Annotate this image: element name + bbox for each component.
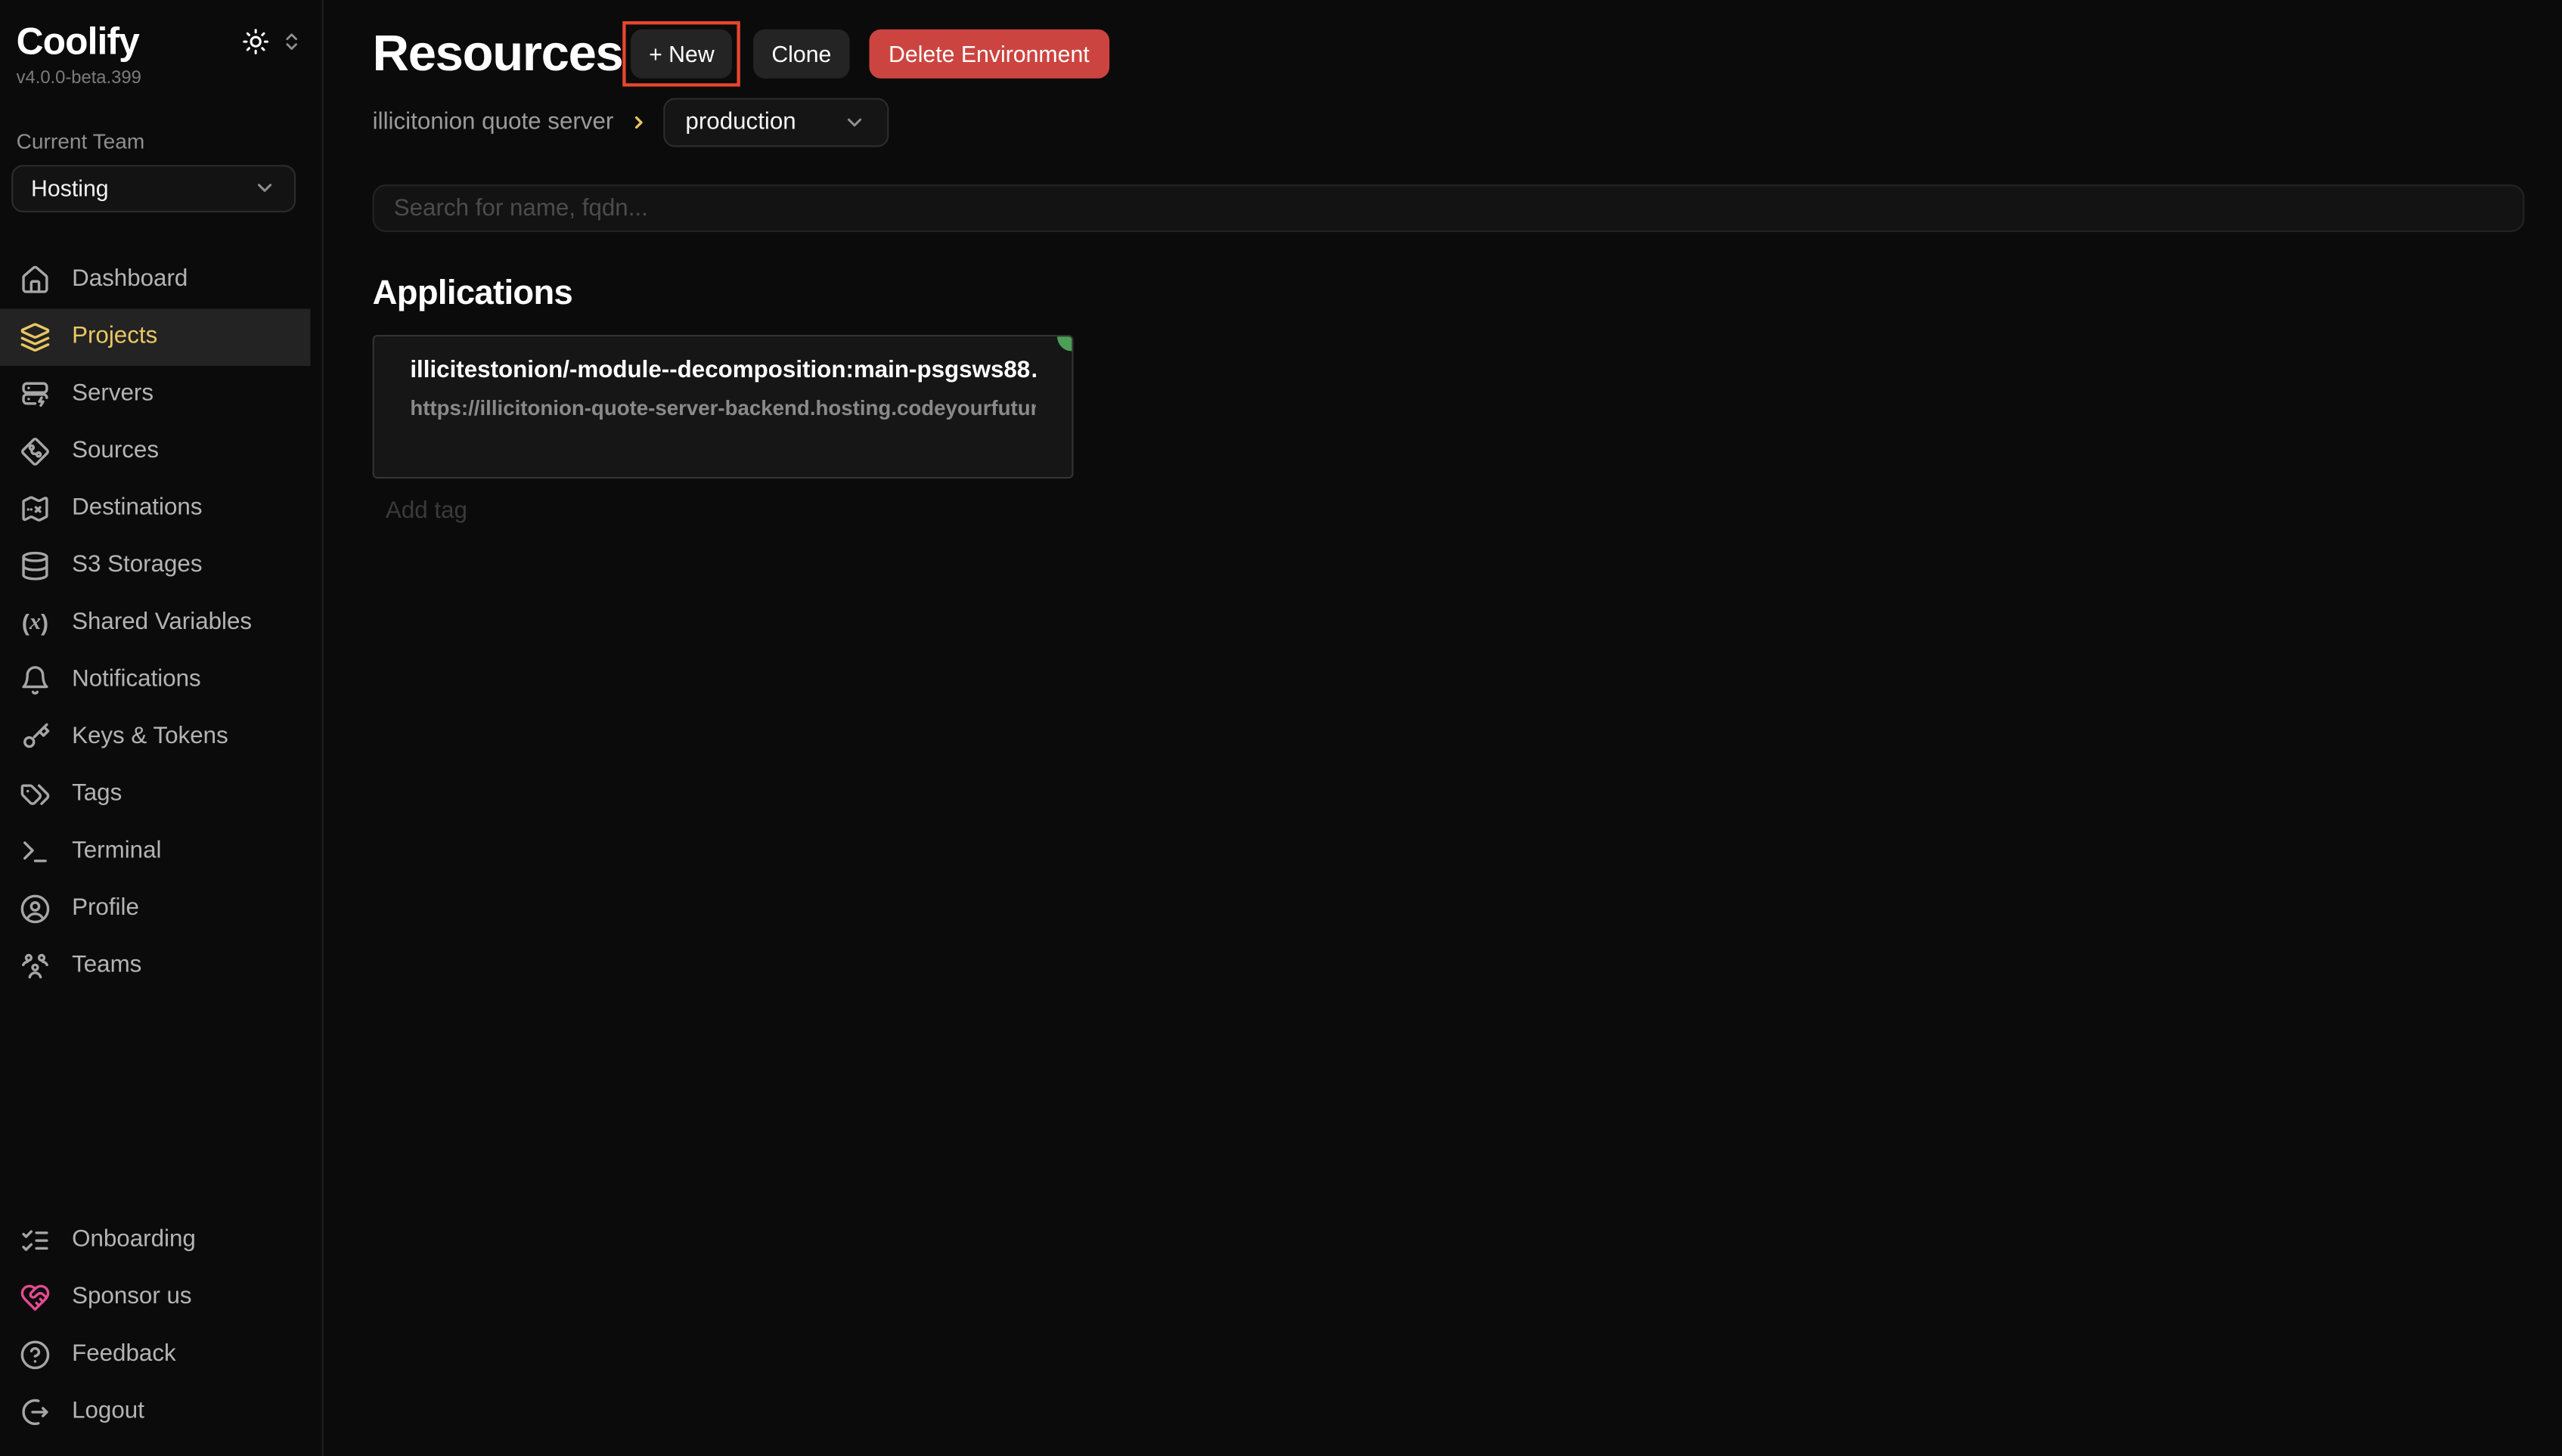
environment-select-value: production (685, 110, 796, 136)
sidebar-item-label: Sources (72, 438, 159, 464)
sidebar-item-sponsor-us[interactable]: Sponsor us (0, 1269, 322, 1326)
add-tag-button[interactable]: Add tag (386, 498, 2524, 525)
brand-row: Coolify (17, 20, 302, 65)
sidebar-item-label: Keys & Tokens (72, 723, 228, 750)
sidebar-item-logout[interactable]: Logout (0, 1383, 322, 1440)
applications-grid: illicitestonion/-module--decomposition:m… (373, 335, 2525, 479)
sidebar-item-keys-tokens[interactable]: Keys & Tokens (0, 708, 322, 766)
sidebar-item-teams[interactable]: Teams (0, 937, 322, 994)
users-icon (20, 950, 51, 981)
application-title: illicitestonion/-module--decomposition:m… (410, 358, 1036, 384)
sidebar-item-sources[interactable]: Sources (0, 423, 322, 480)
logout-icon (20, 1396, 51, 1427)
server-icon (20, 378, 51, 409)
checklist-icon (20, 1224, 51, 1255)
clone-button[interactable]: Clone (754, 29, 850, 79)
sidebar-item-label: Teams (72, 953, 141, 979)
sidebar-item-tags[interactable]: Tags (0, 765, 322, 822)
application-url: https://illicitonion-quote-server-backen… (410, 395, 1036, 420)
tags-icon (20, 779, 51, 810)
sidebar-item-label: S3 Storages (72, 553, 202, 579)
sidebar: Coolify v4.0.0-beta.399 Current Team Hos… (0, 0, 324, 1456)
page-header: Resources + New Clone Delete Environment (373, 21, 2525, 86)
breadcrumb: illicitonion quote server production (373, 98, 2525, 147)
theme-controls (242, 28, 302, 56)
sidebar-item-label: Shared Variables (72, 609, 252, 636)
sidebar-item-dashboard[interactable]: Dashboard (0, 251, 322, 308)
terminal-icon (20, 835, 51, 866)
sidebar-item-notifications[interactable]: Notifications (0, 651, 322, 708)
chevrons-up-down-icon[interactable] (281, 31, 302, 52)
sidebar-item-label: Profile (72, 895, 139, 922)
sidebar-item-onboarding[interactable]: Onboarding (0, 1211, 322, 1269)
sidebar-item-label: Notifications (72, 667, 201, 693)
key-icon (20, 721, 51, 752)
sidebar-item-feedback[interactable]: Feedback (0, 1325, 322, 1383)
map-icon (20, 493, 51, 524)
sidebar-item-label: Servers (72, 381, 154, 407)
git-source-icon (20, 435, 51, 466)
sidebar-item-label: Feedback (72, 1341, 176, 1368)
sidebar-spacer (0, 994, 322, 1211)
chevron-down-icon (253, 177, 276, 200)
team-select[interactable]: Hosting (11, 164, 296, 212)
sidebar-item-label: Logout (72, 1399, 144, 1425)
applications-heading: Applications (373, 274, 2525, 314)
help-circle-icon (20, 1339, 51, 1370)
page-title: Resources (373, 24, 623, 83)
sidebar-item-label: Terminal (72, 838, 161, 865)
bell-icon (20, 664, 51, 695)
current-team-label: Current Team (17, 129, 322, 153)
sidebar-item-profile[interactable]: Profile (0, 880, 322, 937)
heart-handshake-icon (20, 1281, 51, 1312)
sidebar-item-label: Tags (72, 781, 122, 807)
breadcrumb-project-link[interactable]: illicitonion quote server (373, 110, 614, 136)
search-input[interactable] (373, 184, 2525, 232)
search-bar (373, 184, 2525, 232)
status-indicator (1057, 336, 1072, 351)
sidebar-item-label: Projects (72, 324, 157, 350)
sidebar-item-label: Sponsor us (72, 1284, 192, 1310)
variables-icon: (x) (20, 607, 51, 638)
team-select-value: Hosting (31, 175, 109, 201)
sun-icon[interactable] (242, 28, 270, 56)
chevron-down-icon (843, 111, 866, 134)
delete-environment-button[interactable]: Delete Environment (869, 29, 1109, 79)
sidebar-item-servers[interactable]: Servers (0, 365, 322, 423)
user-circle-icon (20, 893, 51, 924)
sidebar-item-label: Onboarding (72, 1227, 196, 1253)
sidebar-bottom-nav: Onboarding Sponsor us Feedback Logout (0, 1211, 322, 1439)
new-button[interactable]: + New (631, 29, 732, 79)
sidebar-item-projects[interactable]: Projects (0, 308, 311, 365)
sidebar-item-label: Dashboard (72, 266, 188, 293)
environment-select[interactable]: production (662, 98, 889, 147)
chevron-right-icon (628, 113, 648, 132)
main-content: Resources + New Clone Delete Environment… (325, 0, 2562, 1456)
sidebar-item-s3-storages[interactable]: S3 Storages (0, 537, 322, 594)
app-window: Coolify v4.0.0-beta.399 Current Team Hos… (0, 0, 2562, 1456)
sidebar-nav: Dashboard Projects Servers Sources (0, 251, 322, 994)
sidebar-item-label: Destinations (72, 495, 202, 522)
sidebar-item-shared-variables[interactable]: (x) Shared Variables (0, 594, 322, 652)
database-icon (20, 550, 51, 581)
layers-icon (20, 321, 51, 352)
app-version: v4.0.0-beta.399 (17, 68, 322, 88)
home-icon (20, 264, 51, 295)
application-card[interactable]: illicitestonion/-module--decomposition:m… (373, 335, 1074, 479)
app-logo: Coolify (17, 20, 139, 65)
sidebar-item-destinations[interactable]: Destinations (0, 479, 322, 537)
sidebar-item-terminal[interactable]: Terminal (0, 822, 322, 880)
annotation-highlight-box: + New (623, 21, 741, 86)
